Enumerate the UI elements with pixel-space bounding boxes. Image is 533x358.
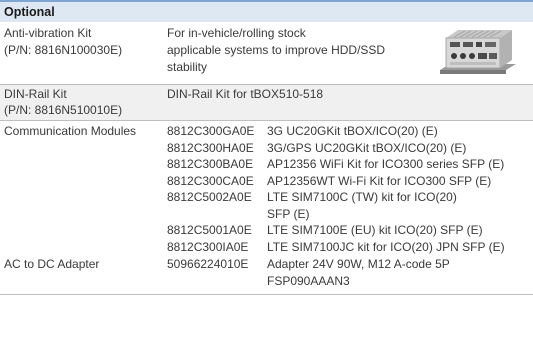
part-number: 8812C5002A0E [167,190,252,204]
part-number: 8812C300HA0E [167,140,254,155]
row-label: Anti-vibration Kit [4,26,92,40]
embedded-computer-photo [440,30,516,74]
section-title: Optional [4,5,55,19]
row-label: AC to DC Adapter [4,257,100,271]
row-description: For in-vehicle/rolling stock [167,26,306,40]
table-row-communication-modules: Communication Modules 8812C300GA0E 3G UC… [0,121,533,254]
optional-accessories-table: Optional Anti-vibration Kit (P/N: 8816N1… [0,0,533,358]
module-description: FSP090AAAN3 [267,273,350,288]
module-description: Adapter 24V 90W, M12 A-code 5P [267,257,450,271]
row-description: DIN-Rail Kit for tBOX510-518 [167,87,324,101]
row-label: DIN-Rail Kit [4,87,67,101]
module-description: AP12356WT Wi-Fi Kit for ICO300 SFP (E) [267,173,492,188]
part-number: 50966224010E [167,257,249,271]
table-row-ac-dc-adapter: AC to DC Adapter 50966224010E Adapter 24… [0,253,533,294]
part-number: 8812C300CA0E [167,173,254,188]
section-header: Optional [0,0,533,22]
module-description: LTE SIM7100E (EU) kit ICO(20) SFP (E) [267,223,483,237]
row-description: stability [167,60,208,74]
part-number: 8812C300BA0E [167,157,254,171]
module-description: SFP (E) [267,206,310,221]
row-label: Communication Modules [4,124,137,138]
table-row-din-rail: DIN-Rail Kit (P/N: 8816N510010E) DIN-Rai… [0,85,533,120]
row-label-pn: (P/N: 8816N510010E) [4,103,123,117]
part-number: 8812C5001A0E [167,223,252,237]
part-number: 8812C300GA0E [167,124,255,138]
row-label-pn: (P/N: 8816N100030E) [4,43,123,57]
module-description: LTE SIM7100C (TW) kit for ICO(20) [267,190,457,204]
module-description: 3G/GPS UC20GKit tBOX/ICO(20) (E) [267,140,467,155]
module-description: AP12356 WiFi Kit for ICO300 series SFP (… [267,157,505,171]
row-description: applicable systems to improve HDD/SSD [167,43,386,57]
module-description: 3G UC20GKit tBOX/ICO(20) (E) [267,124,438,138]
